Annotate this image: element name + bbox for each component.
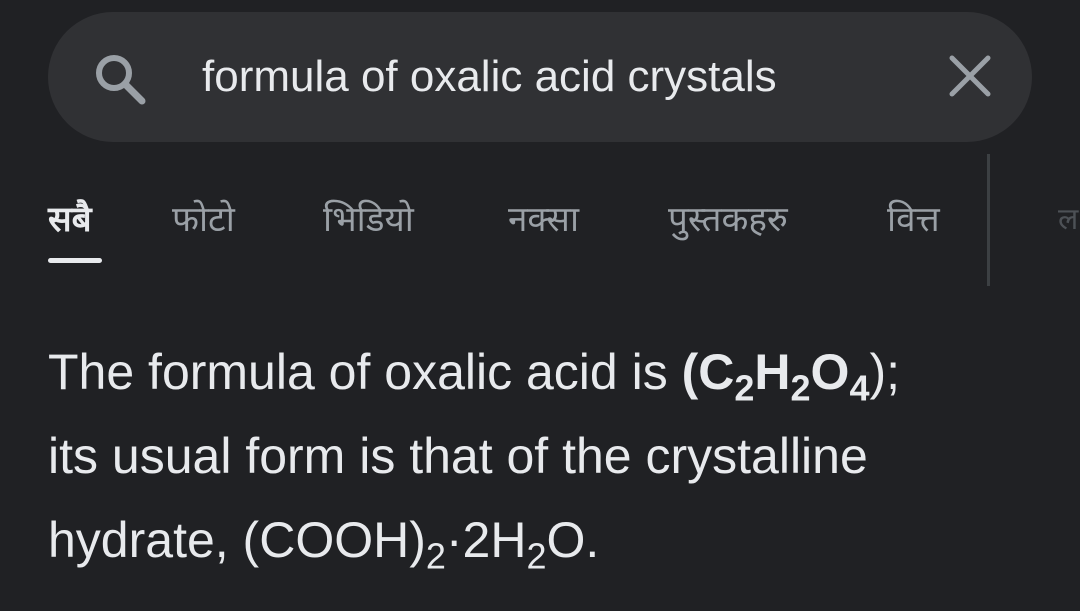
tab-maps[interactable]: नक्सा: [508, 194, 579, 246]
hydrate-suffix: O.: [546, 512, 600, 568]
hydrate-subscript-2: 2: [526, 535, 547, 577]
answer-line-2: its usual form is that of the crystallin…: [48, 428, 868, 484]
formula-close-paren: ): [869, 344, 887, 400]
hydrate-water-text: ·2H: [445, 512, 527, 568]
hydrate-text: hydrate, (COOH): [48, 512, 426, 568]
tab-overflow-item[interactable]: ल: [1058, 200, 1078, 240]
tab-images[interactable]: फोटो: [172, 194, 235, 246]
clear-search-button[interactable]: [942, 48, 998, 104]
formula-hydrogen-subscript: 2: [790, 367, 811, 409]
tab-videos[interactable]: भिडियो: [323, 194, 414, 246]
active-tab-indicator: [48, 258, 102, 263]
answer-text: The formula of oxalic acid is: [48, 344, 682, 400]
formula-semicolon: ;: [886, 344, 901, 400]
search-results-page: formula of oxalic acid crystals सबै फोटो…: [0, 0, 1080, 611]
search-input[interactable]: formula of oxalic acid crystals: [202, 50, 777, 104]
search-tabs: सबै फोटो भिडियो नक्सा पुस्तकहरु वित्त ल: [0, 154, 1080, 300]
formula-open-paren: (: [681, 344, 699, 400]
tabs-divider: [987, 154, 990, 286]
answer-line-3: hydrate, (COOH)2·2H2O.: [48, 498, 1038, 582]
tab-books[interactable]: पुस्तकहरु: [668, 194, 788, 246]
hydrate-subscript-1: 2: [425, 535, 446, 577]
answer-line-1: The formula of oxalic acid is (C2H2O4);: [48, 330, 1038, 414]
formula-hydrogen: H: [754, 344, 791, 400]
formula-oxygen-subscript: 4: [849, 367, 870, 409]
featured-answer: The formula of oxalic acid is (C2H2O4); …: [48, 330, 1038, 582]
formula-oxygen: O: [810, 344, 850, 400]
search-icon[interactable]: [92, 53, 146, 107]
formula-carbon: C: [698, 344, 735, 400]
tab-all[interactable]: सबै: [48, 194, 92, 246]
tab-finance[interactable]: वित्त: [887, 194, 940, 246]
close-icon[interactable]: [942, 48, 998, 104]
formula-text: (C2H2O4: [681, 344, 870, 406]
formula-carbon-subscript: 2: [734, 367, 755, 409]
